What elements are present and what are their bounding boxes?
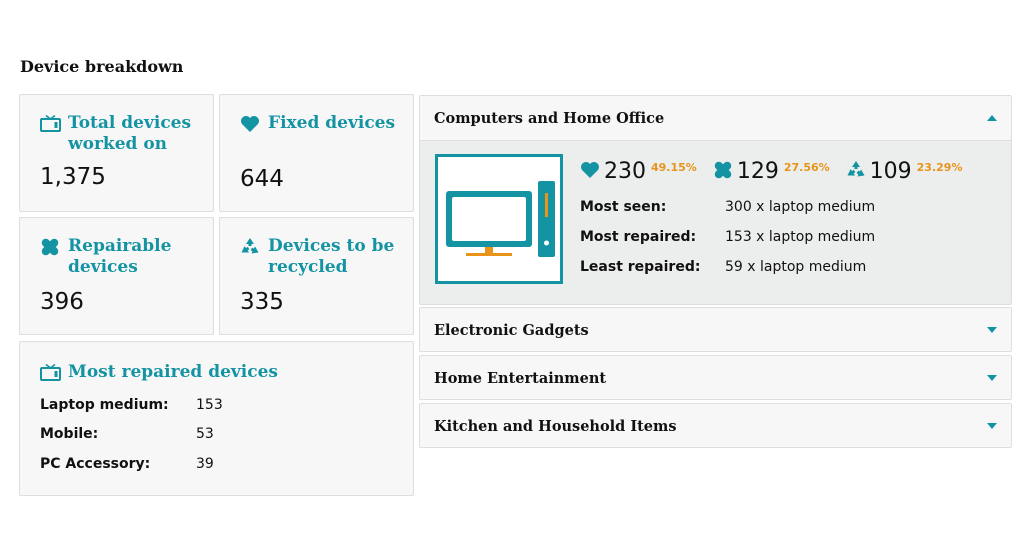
heart-icon: [240, 113, 262, 134]
category-title: Electronic Gadgets: [434, 321, 589, 339]
stat-fixed-value: 230: [604, 159, 646, 184]
most-repaired-title: Most repaired devices: [68, 362, 278, 382]
category-accordion-entertainment: Home Entertainment: [419, 355, 1012, 400]
stat-repairable-percent: 27.56%: [783, 161, 830, 174]
recycled-devices-card: Devices to be recycled 335: [219, 217, 414, 335]
category-header-computers[interactable]: Computers and Home Office: [420, 96, 1011, 140]
stat-fixed-percent: 49.15%: [651, 161, 697, 174]
category-accordion-gadgets: Electronic Gadgets: [419, 307, 1012, 352]
repairable-devices-card: Repairable devices 396: [19, 217, 214, 335]
list-item-label: Mobile:: [40, 426, 99, 442]
stat-repairable-value: 129: [736, 159, 779, 184]
total-devices-label-line1: Total devices: [68, 113, 192, 133]
list-item: Mobile: 53: [40, 426, 214, 442]
category-title: Computers and Home Office: [434, 109, 665, 127]
stat-recycled-percent: 23.29%: [916, 161, 963, 174]
category-title: Home Entertainment: [434, 369, 607, 387]
bandage-icon: [40, 236, 62, 257]
recycled-devices-heading: Devices to be recycled: [240, 236, 394, 278]
section-title: Device breakdown: [20, 57, 184, 76]
stat-repairable: 129 27.56%: [713, 159, 830, 184]
recycle-icon: [240, 236, 262, 257]
category-stats: 230 49.15% 129 27.56% 109 23.29%: [580, 159, 978, 184]
detail-most-repaired: Most repaired: 153 x laptop medium: [580, 229, 876, 245]
stat-recycled-value: 109: [869, 159, 912, 184]
fixed-devices-label: Fixed devices: [268, 113, 396, 133]
list-item: PC Accessory: 39: [40, 456, 214, 472]
total-devices-value: 1,375: [40, 164, 106, 190]
most-repaired-card: Most repaired devices Laptop medium: 153 …: [19, 341, 414, 496]
chevron-up-icon[interactable]: [987, 115, 997, 121]
repairable-devices-label-line1: Repairable: [68, 236, 172, 256]
tv-icon: [40, 362, 62, 383]
list-item-value: 39: [196, 456, 214, 472]
recycled-devices-value: 335: [240, 289, 284, 315]
category-header-entertainment[interactable]: Home Entertainment: [420, 356, 1011, 400]
repairable-devices-heading: Repairable devices: [40, 236, 171, 278]
detail-most-seen: Most seen: 300 x laptop medium: [580, 199, 876, 215]
bandage-icon: [713, 160, 733, 184]
list-item-value: 153: [196, 397, 223, 413]
most-repaired-heading: Most repaired devices: [40, 362, 278, 383]
chevron-down-icon[interactable]: [987, 327, 997, 333]
category-panel-computers: 230 49.15% 129 27.56% 109 23.29% Most se…: [420, 140, 1011, 304]
fixed-devices-heading: Fixed devices: [240, 113, 395, 134]
repairable-devices-label-line2: devices: [68, 257, 138, 277]
recycled-devices-label-line1: Devices to be: [268, 236, 395, 256]
stat-fixed: 230 49.15%: [580, 159, 697, 184]
tv-icon: [40, 113, 62, 134]
repairable-devices-value: 396: [40, 289, 84, 315]
stat-recycled: 109 23.29%: [846, 159, 963, 184]
list-item-value: 53: [196, 426, 214, 442]
fixed-devices-card: Fixed devices 644: [219, 94, 414, 212]
total-devices-card: Total devices worked on 1,375: [19, 94, 214, 212]
category-accordion-kitchen: Kitchen and Household Items: [419, 403, 1012, 448]
computer-illustration: [435, 154, 563, 284]
fixed-devices-value: 644: [240, 166, 284, 192]
category-title: Kitchen and Household Items: [434, 417, 677, 435]
list-item-label: Laptop medium:: [40, 397, 169, 413]
heart-icon: [580, 161, 600, 183]
recycled-devices-label-line2: recycled: [268, 257, 348, 277]
list-item: Laptop medium: 153: [40, 397, 223, 413]
chevron-down-icon[interactable]: [987, 423, 997, 429]
category-header-gadgets[interactable]: Electronic Gadgets: [420, 308, 1011, 352]
chevron-down-icon[interactable]: [987, 375, 997, 381]
category-accordion-computers: Computers and Home Office 230 49.15% 129…: [419, 95, 1012, 305]
category-header-kitchen[interactable]: Kitchen and Household Items: [420, 404, 1011, 448]
total-devices-label-line2: worked on: [68, 134, 168, 154]
detail-least-repaired: Least repaired: 59 x laptop medium: [580, 259, 867, 275]
recycle-icon: [846, 160, 866, 184]
list-item-label: PC Accessory:: [40, 456, 151, 472]
total-devices-heading: Total devices worked on: [40, 113, 191, 155]
